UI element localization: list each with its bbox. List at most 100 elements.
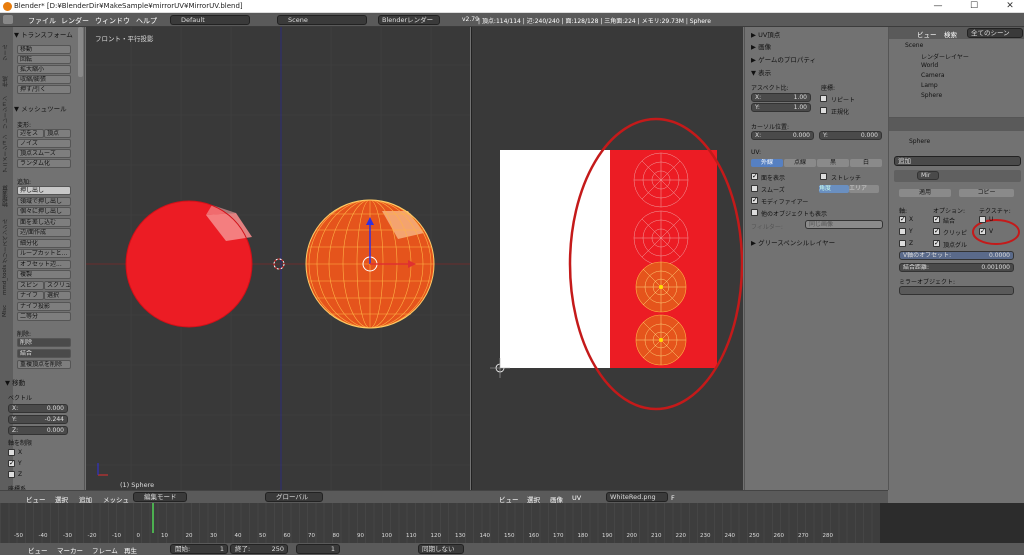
add-tool-button[interactable]: 押し出し <box>17 186 71 195</box>
show-faces-checkbox[interactable] <box>751 172 758 180</box>
start-frame-field[interactable]: 開始: 1 <box>170 544 228 554</box>
grease-pencil-layers-header[interactable]: ▶ グリースペンシルレイヤー <box>751 237 835 247</box>
tab-grease-pencil[interactable]: グリースペンシル <box>2 211 12 263</box>
deform-button[interactable]: ランダム化 <box>17 159 71 168</box>
deform-button[interactable]: 辺をス <box>17 129 44 138</box>
push-pull-button[interactable]: 押す/引く <box>17 85 71 94</box>
menu-render[interactable]: レンダー <box>61 16 89 26</box>
uv-mode-button[interactable]: 点線 <box>784 159 816 167</box>
vector-x-field[interactable]: X: 0.000 <box>8 404 68 413</box>
constraint-axis-checkbox[interactable] <box>8 449 15 456</box>
tab-animation[interactable]: アニメーション <box>2 133 12 174</box>
image-browse-field[interactable]: WhiteRed.png <box>606 492 668 502</box>
add-tool-button[interactable]: スクリュ <box>44 280 71 290</box>
uv-mode-button[interactable]: 外線 <box>751 159 783 167</box>
mesh-tools-header[interactable]: ▼ メッシュツール <box>14 103 67 113</box>
tab-tools[interactable]: ツール <box>2 31 12 62</box>
game-properties-header[interactable]: ▶ ゲームのプロパティ <box>751 54 816 64</box>
mirror-axis-checkbox[interactable] <box>899 240 906 247</box>
mirror-axis-checkbox[interactable] <box>899 215 906 223</box>
merge-limit-field[interactable]: 結合距離: 0.001000 <box>899 263 1014 272</box>
mirror-option-checkbox[interactable] <box>933 227 940 235</box>
rotate-button[interactable]: 回転 <box>17 55 71 64</box>
mirror-option-checkbox[interactable] <box>933 215 940 223</box>
tab-physics[interactable]: 物理演算 <box>2 177 12 207</box>
add-tool-button[interactable]: 辺/面作成 <box>17 228 71 237</box>
filter-select[interactable]: 同じ画像 <box>805 220 883 229</box>
timeline-frame-menu[interactable]: フレーム <box>92 545 118 555</box>
outliner-item[interactable]: World <box>921 62 938 69</box>
close-button[interactable]: ✕ <box>1000 1 1020 11</box>
current-frame-field[interactable]: 1 <box>296 544 340 554</box>
other-objects-checkbox[interactable] <box>751 209 758 216</box>
apply-button[interactable]: 適用 <box>899 189 951 197</box>
modifier-name-field[interactable]: Mir <box>917 171 939 180</box>
move-operator-header[interactable]: ▼ 移動 <box>5 377 25 387</box>
add-tool-button[interactable]: 二等分 <box>17 312 71 321</box>
scale-button[interactable]: 拡大縮小 <box>17 65 71 74</box>
timeline-view-menu[interactable]: ビュー <box>28 545 48 555</box>
constraint-axis-checkbox[interactable] <box>8 471 15 478</box>
uv-vertex-panel-header[interactable]: ▶ UV頂点 <box>751 29 780 39</box>
mirror-texture-checkbox[interactable] <box>979 216 986 223</box>
cursor-field[interactable]: Y: 0.000 <box>819 131 882 140</box>
stretch-area-button[interactable]: エリア <box>849 185 879 193</box>
maximize-button[interactable]: ☐ <box>964 1 984 11</box>
cursor-field[interactable]: X: 0.000 <box>751 131 814 140</box>
current-frame-line[interactable] <box>152 503 154 533</box>
outliner-item[interactable]: Scene <box>905 42 923 49</box>
menu-file[interactable]: ファイル <box>28 16 56 26</box>
3d-viewport[interactable]: フロント・平行投影 (1) Sphere <box>86 27 470 490</box>
vector-y-field[interactable]: Y: -0.244 <box>8 415 68 424</box>
repeat-checkbox[interactable] <box>820 95 827 102</box>
smooth-checkbox[interactable] <box>751 185 758 192</box>
timeline-marker-menu[interactable]: マーカー <box>57 545 83 555</box>
add-modifier-select[interactable]: 追加 <box>894 156 1021 166</box>
deform-button[interactable]: ノイズ <box>17 139 71 148</box>
tool-shelf-scrollbar[interactable] <box>78 27 83 77</box>
outliner-view-menu[interactable]: ビュー <box>917 29 937 39</box>
uv-uv-menu[interactable]: UV <box>572 494 581 502</box>
menu-window[interactable]: ウィンドウ <box>95 16 130 26</box>
normalize-checkbox[interactable] <box>820 107 827 114</box>
add-tool-button[interactable]: ナイフ投影 <box>17 301 71 311</box>
deform-button[interactable]: 頂点スムーズ <box>17 149 71 158</box>
add-tool-button[interactable]: 複製 <box>17 270 71 279</box>
remove-doubles-button[interactable]: 重複頂点を削除 <box>17 360 71 369</box>
outliner-item[interactable]: Camera <box>921 72 945 79</box>
editor-type-icon[interactable] <box>3 15 13 24</box>
outliner-item[interactable]: Lamp <box>921 82 938 89</box>
add-tool-button[interactable]: ナイフ <box>17 291 44 300</box>
timeline-playback-menu[interactable]: 再生 <box>124 545 137 555</box>
display-panel-header[interactable]: ▼ 表示 <box>751 67 771 77</box>
mirror-texture-checkbox[interactable] <box>979 227 986 235</box>
image-panel-header[interactable]: ▶ 画像 <box>751 41 771 51</box>
scene-select[interactable]: Scene <box>277 15 367 25</box>
fake-user-toggle[interactable]: F <box>671 494 675 502</box>
render-engine-select[interactable]: Blenderレンダー <box>378 15 440 25</box>
minimize-button[interactable]: — <box>928 1 948 11</box>
mirror-option-checkbox[interactable] <box>933 239 940 247</box>
transform-panel-header[interactable]: ▼ トランスフォーム <box>14 29 73 39</box>
tab-relations[interactable]: リレーション <box>2 91 12 129</box>
add-tool-button[interactable]: 個々に押し出し <box>17 207 71 216</box>
add-tool-button[interactable]: ループカットと... <box>17 249 71 258</box>
tab-misc[interactable]: Misc <box>2 299 12 317</box>
add-tool-button[interactable]: 領域で押し出し <box>17 196 71 206</box>
copy-button[interactable]: コピー <box>959 189 1014 197</box>
sync-mode-select[interactable]: 同期しない <box>418 544 464 554</box>
tab-create[interactable]: 作成 <box>2 65 12 87</box>
add-tool-button[interactable]: スピン <box>17 280 44 290</box>
shrink-fatten-button[interactable]: 収縮/膨張 <box>17 75 71 84</box>
outliner-search-menu[interactable]: 検索 <box>944 29 957 39</box>
deform-button[interactable]: 頂点 <box>44 129 71 138</box>
outliner-item[interactable]: レンダーレイヤー <box>921 52 969 61</box>
outliner-display-filter[interactable]: 全てのシーン <box>967 28 1023 38</box>
transform-orientation-select[interactable]: グローバル <box>265 492 323 502</box>
add-tool-button[interactable]: オフセット辺... <box>17 259 71 269</box>
screen-layout-select[interactable]: Default <box>170 15 250 25</box>
tab-mmd-tools[interactable]: mmd_tools <box>2 265 12 295</box>
add-tool-button[interactable]: 選択 <box>44 291 71 300</box>
end-frame-field[interactable]: 終了: 250 <box>230 544 288 554</box>
menu-help[interactable]: ヘルプ <box>136 16 157 26</box>
